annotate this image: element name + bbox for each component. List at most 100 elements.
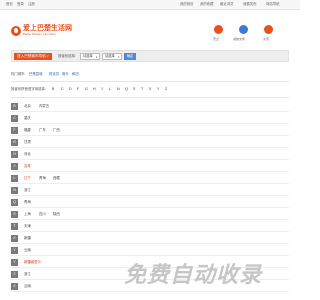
divider	[11, 97, 289, 98]
home-link[interactable]: 首页	[6, 2, 13, 6]
letter-filter[interactable]: J	[101, 85, 103, 93]
top-bar: 首页 登录 注册 我的首页 我的收藏 最近浏览 我要发布 网站导航	[0, 0, 300, 10]
letter-filter[interactable]: N	[117, 85, 120, 93]
city-search-bar: 进入巴楚城市导航 > 按省份选择: 请选择 ▼ 请选择 ▼ 确定	[11, 50, 289, 62]
province-link[interactable]: 福建	[24, 128, 31, 133]
province-link[interactable]: 浙江	[24, 272, 31, 277]
chat-icon	[264, 25, 273, 34]
site-subtitle: Bachu Xinxian · Life Gang	[23, 32, 56, 36]
province-link[interactable]: 新疆维吾尔	[24, 260, 41, 265]
province-link[interactable]: 浙江	[24, 188, 31, 193]
shield-icon	[214, 25, 223, 34]
login-link[interactable]: 登录	[17, 2, 24, 6]
province-letter-badge: C	[11, 115, 18, 122]
province-letter-badge: G	[11, 139, 18, 146]
province-letter-badge: X	[11, 235, 18, 242]
province-letter-badge: S	[11, 211, 18, 218]
province-link[interactable]: 吉林	[24, 164, 31, 169]
letter-filter[interactable]: X	[149, 85, 151, 93]
province-letter-badge: T	[11, 223, 18, 230]
province-link[interactable]: 内蒙古	[39, 104, 49, 109]
province-letter-badge: Z	[11, 283, 18, 290]
province-link[interactable]: 四川	[39, 212, 46, 217]
hot-city-link[interactable]: 喀什	[62, 70, 69, 78]
my-favorites-link[interactable]: 我的收藏	[200, 2, 214, 6]
province-link[interactable]: 重庆	[24, 116, 31, 121]
letter-filter[interactable]: B	[52, 85, 54, 93]
province-row: S 上海 四川 陕西	[11, 209, 289, 220]
go-button[interactable]: 确定	[124, 53, 136, 60]
logo-icon[interactable]	[11, 26, 21, 36]
city-select[interactable]: 请选择 ▼	[102, 53, 122, 60]
province-link[interactable]: 西藏	[53, 176, 60, 181]
letter-filter[interactable]: T	[141, 85, 143, 93]
province-link[interactable]: 上海	[24, 212, 31, 217]
site-nav-link[interactable]: 网站导航	[266, 2, 280, 6]
province-link[interactable]: 新疆	[24, 236, 31, 241]
province-row: C 重庆	[11, 113, 289, 124]
hot-city-link[interactable]: 和田	[72, 70, 79, 78]
post-link[interactable]: 我要发布	[243, 2, 257, 6]
province-link[interactable]: 青海	[24, 200, 31, 205]
recent-link[interactable]: 最近浏览	[220, 2, 234, 6]
alphabet-filter: 按省份拼音首字母选择: B C D F G H J L N Q S T X Y …	[11, 85, 289, 93]
letter-filter[interactable]: D	[69, 85, 72, 93]
province-row: Q 青海	[11, 197, 289, 208]
province-link[interactable]: 广东	[39, 128, 46, 133]
letter-filter[interactable]: Q	[125, 85, 128, 93]
province-select[interactable]: 请选择 ▼	[80, 53, 100, 60]
province-letter-badge: Y	[11, 247, 18, 254]
province-letter-badge: Z	[11, 271, 18, 278]
letter-filter[interactable]: C	[61, 85, 64, 93]
province-letter-badge: L	[11, 175, 18, 182]
letter-filter[interactable]: F	[77, 85, 79, 93]
province-link[interactable]: 陕西	[53, 212, 60, 217]
province-link[interactable]: 北京	[24, 104, 31, 109]
province-row: B 北京 内蒙古	[11, 101, 289, 112]
letter-filter[interactable]: Y	[157, 85, 159, 93]
site-header: 爱上巴楚生活网 Bachu Xinxian · Life Gang 安全 诚信交…	[0, 10, 300, 41]
province-link[interactable]: 云南	[24, 284, 31, 289]
province-letter-badge: H	[11, 151, 18, 158]
select-label: 按省份选择:	[58, 54, 76, 58]
province-link[interactable]: 甘肃	[24, 140, 31, 145]
city-select-value: 请选择	[105, 54, 115, 58]
letter-filter[interactable]: S	[133, 85, 135, 93]
province-link[interactable]: 云南	[24, 248, 31, 253]
province-row: H 河北	[11, 149, 289, 160]
letter-filter[interactable]: L	[109, 85, 111, 93]
enter-city-button[interactable]: 进入巴楚城市导航 >	[14, 53, 52, 60]
handshake-icon	[239, 25, 248, 34]
province-row: T 天津	[11, 221, 289, 232]
chevron-down-icon: ▼	[95, 56, 98, 59]
province-link[interactable]: 河北	[24, 152, 31, 157]
province-row: X 新疆	[11, 233, 289, 244]
province-letter-badge: F	[11, 127, 18, 134]
province-letter-badge: J	[11, 163, 18, 170]
my-home-link[interactable]: 我的首页	[180, 2, 194, 6]
province-link[interactable]: 天津	[24, 224, 31, 229]
divider	[11, 81, 289, 82]
hot-city-link[interactable]: 巴楚县城	[29, 70, 43, 78]
letter-filter[interactable]: Z	[165, 85, 167, 93]
province-link[interactable]: 广西	[53, 128, 60, 133]
watermark-text: 免费自动收录	[124, 262, 263, 287]
province-row: J 吉林	[11, 161, 289, 172]
province-row: F 福建 广东 广西	[11, 125, 289, 136]
hot-city-link[interactable]: 阿克苏	[49, 70, 59, 78]
province-row: L 辽宁 青海 西藏	[11, 173, 289, 184]
province-row: N 浙江	[11, 185, 289, 196]
province-letter-badge: B	[11, 103, 18, 110]
register-link[interactable]: 注册	[28, 2, 35, 6]
letter-filter[interactable]: H	[93, 85, 96, 93]
province-link[interactable]: 青海	[39, 176, 46, 181]
province-letter-badge: N	[11, 187, 18, 194]
shield-label: 安全	[213, 37, 220, 41]
province-letter-badge: Q	[11, 199, 18, 206]
letter-filter[interactable]: G	[85, 85, 88, 93]
province-letter-badge: Y	[11, 259, 18, 266]
handshake-label: 诚信交易	[233, 37, 246, 41]
chat-label: 交流	[263, 37, 270, 41]
province-link[interactable]: 辽宁	[24, 176, 31, 181]
alphabet-label: 按省份拼音首字母选择:	[11, 87, 46, 91]
